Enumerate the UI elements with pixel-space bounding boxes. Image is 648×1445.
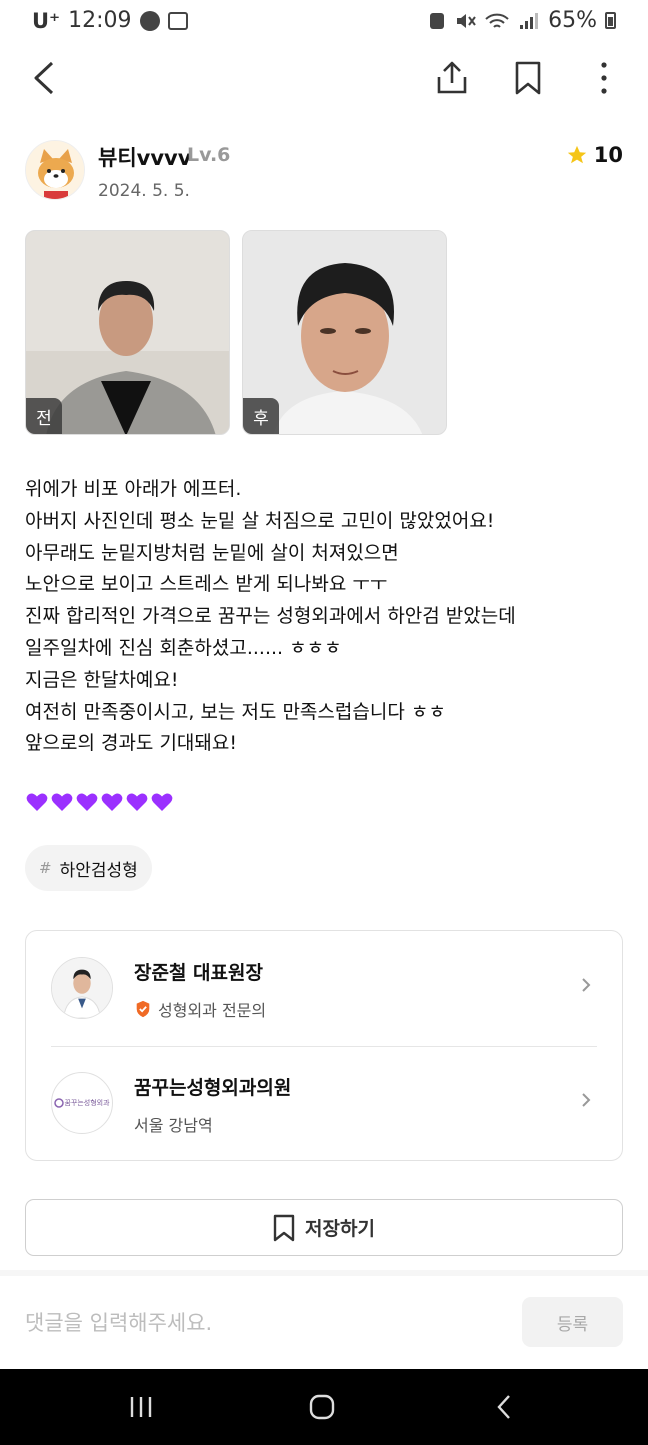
shiba-dog-icon	[26, 141, 84, 199]
doctor-photo-icon	[52, 958, 112, 1018]
chevron-right-icon	[582, 1093, 591, 1107]
author-header: 뷰티vvvv Lv.6 2024. 5. 5. 10	[25, 138, 623, 208]
section-separator	[0, 1270, 648, 1276]
verified-badge-icon	[136, 1000, 150, 1018]
body-line: 지금은 한달차예요!	[25, 668, 179, 691]
body-line: 일주일차에 진심 회춘하셨고...... ㅎㅎㅎ	[25, 636, 342, 659]
post-body: 위에가 비포 아래가 에프터. 아버지 사진인데 평소 눈밑 살 처짐으로 고민…	[25, 474, 625, 760]
home-button[interactable]	[302, 1391, 342, 1423]
clinic-logo: 꿈꾸는성형외과	[51, 1072, 113, 1134]
status-time: 12:09	[68, 8, 132, 33]
top-nav-bar	[0, 50, 648, 106]
doctor-clinic-card: 장준철 대표원장 성형외과 전문의 꿈꾸는성형외과 꿈꾸는성형외과의원 서울 강…	[25, 930, 623, 1161]
system-back-button[interactable]	[484, 1391, 524, 1423]
doctor-name: 장준철 대표원장	[134, 962, 263, 984]
before-tag: 전	[26, 398, 62, 434]
home-icon	[309, 1394, 335, 1420]
recent-apps-icon	[130, 1397, 152, 1417]
body-line: 아버지 사진인데 평소 눈밑 살 처짐으로 고민이 많았었어요!	[25, 509, 495, 532]
purple-heart-icon	[26, 793, 48, 811]
purple-heart-icon	[76, 793, 98, 811]
doctor-row[interactable]: 장준철 대표원장 성형외과 전문의	[26, 931, 622, 1046]
system-navigation-bar	[0, 1369, 648, 1445]
author-name[interactable]: 뷰티vvvv	[98, 142, 191, 172]
doctor-specialty: 성형외과 전문의	[158, 1001, 267, 1020]
purple-heart-icon	[151, 793, 173, 811]
comment-submit-button[interactable]: 등록	[522, 1297, 623, 1347]
bookmark-icon	[515, 61, 541, 95]
rating: 10	[566, 143, 623, 167]
body-line: 여전히 만족중이시고, 보는 저도 만족스럽습니다 ㅎㅎ	[25, 700, 446, 723]
purple-heart-icon	[101, 793, 123, 811]
system-back-icon	[497, 1395, 510, 1419]
recent-apps-button[interactable]	[121, 1391, 161, 1423]
body-line: 앞으로의 경과도 기대돼요!	[25, 732, 237, 755]
clinic-location: 서울 강남역	[134, 1116, 213, 1135]
author-level: Lv.6	[187, 144, 231, 166]
bookmark-outline-icon	[273, 1214, 295, 1241]
purple-heart-icon	[126, 793, 148, 811]
more-options-button[interactable]	[584, 58, 624, 98]
nfc-icon	[430, 12, 445, 29]
chevron-right-icon	[582, 978, 591, 992]
signal-icon	[520, 12, 539, 29]
save-label: 저장하기	[305, 1218, 375, 1240]
after-tag: 후	[243, 398, 279, 434]
before-photo[interactable]: 전	[25, 230, 230, 435]
clinic-location-line: 서울 강남역	[134, 1112, 213, 1136]
share-icon	[437, 61, 467, 94]
body-line: 진짜 합리적인 가격으로 꿈꾸는 성형외과에서 하안검 받았는데	[25, 605, 516, 628]
body-line: 위에가 비포 아래가 에프터.	[25, 478, 242, 500]
after-photo[interactable]: 후	[242, 230, 447, 435]
bookmark-button[interactable]	[508, 58, 548, 98]
back-button[interactable]	[24, 58, 64, 98]
clinic-row[interactable]: 꿈꾸는성형외과 꿈꾸는성형외과의원 서울 강남역	[26, 1046, 622, 1161]
status-bar: U⁺ 12:09 65%	[0, 0, 648, 44]
rating-value: 10	[593, 143, 623, 167]
carrier-label: U⁺	[32, 8, 61, 33]
body-line: 노안으로 보이고 스트레스 받게 되나봐요 ㅜㅜ	[25, 573, 388, 596]
star-icon	[567, 145, 586, 164]
hashtag-label: 하안검성형	[59, 860, 138, 881]
hashtag-icon: #	[39, 859, 52, 877]
mute-icon	[457, 13, 476, 28]
purple-heart-icon	[51, 793, 73, 811]
more-vertical-icon	[601, 62, 607, 94]
battery-icon	[605, 12, 616, 29]
doctor-avatar	[51, 957, 113, 1019]
hashtag-chip[interactable]: # 하안검성형	[25, 845, 152, 891]
chat-notification-icon	[139, 10, 160, 31]
wifi-icon	[485, 13, 509, 28]
post-date: 2024. 5. 5.	[98, 181, 190, 201]
battery-percent: 65%	[548, 8, 597, 33]
comment-input[interactable]	[25, 1302, 505, 1344]
share-button[interactable]	[432, 58, 472, 98]
clinic-logo-text: 꿈꾸는성형외과	[64, 1099, 110, 1107]
save-post-button[interactable]: 저장하기	[25, 1199, 623, 1256]
purple-hearts	[25, 790, 174, 814]
author-avatar[interactable]	[25, 140, 85, 200]
gallery-notification-icon	[167, 11, 188, 30]
doctor-specialty-line: 성형외과 전문의	[134, 997, 266, 1021]
back-arrow-icon	[34, 61, 54, 95]
clinic-name: 꿈꾸는성형외과의원	[134, 1077, 292, 1099]
body-line: 아무래도 눈밑지방처럼 눈밑에 살이 처져있으면	[25, 541, 399, 564]
clinic-flower-icon	[54, 1098, 65, 1108]
